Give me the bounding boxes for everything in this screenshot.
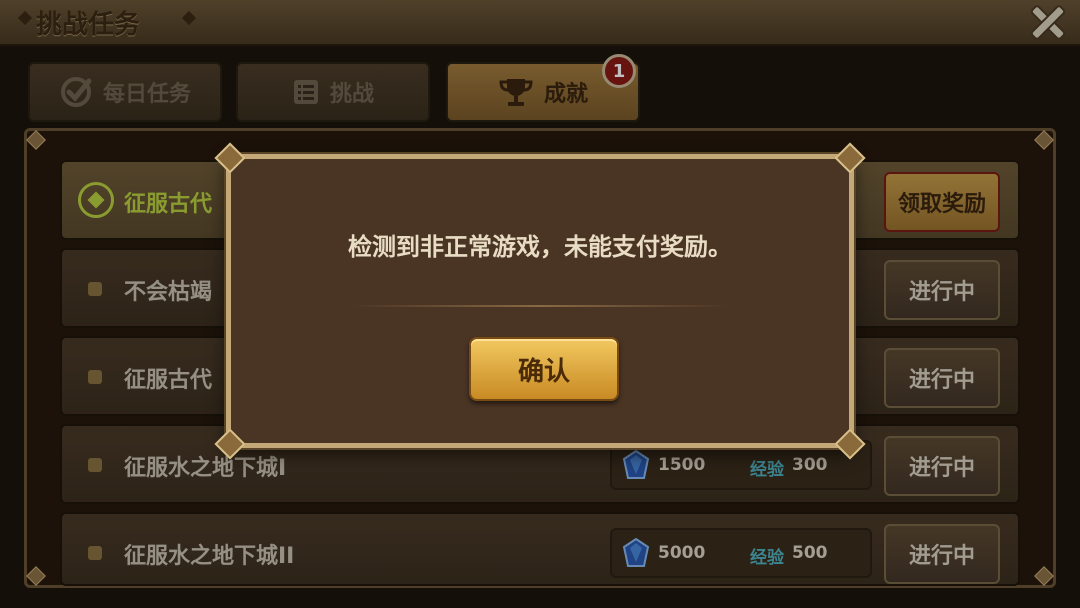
alert-dialog: 检测到非正常游戏，未能支付奖励。 确认 — [214, 142, 866, 460]
confirm-button[interactable]: 确认 — [469, 337, 619, 401]
dialog-message: 检测到非正常游戏，未能支付奖励。 — [348, 233, 732, 261]
divider — [351, 305, 729, 307]
